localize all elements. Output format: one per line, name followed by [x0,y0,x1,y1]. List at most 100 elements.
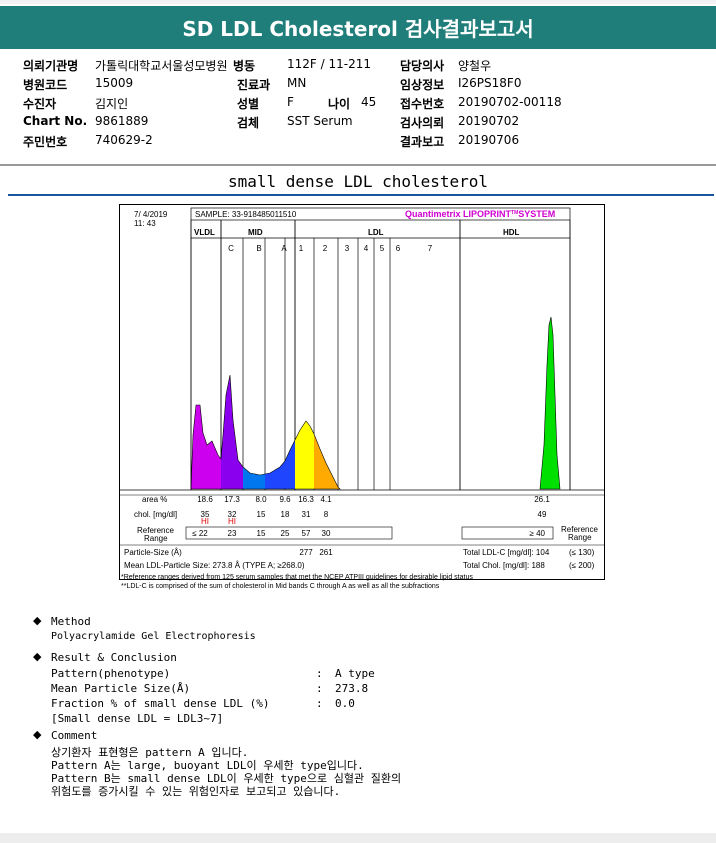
total-chol: Total Chol. [mg/dl]: 188 [463,561,545,570]
area-value: 18.6 [197,495,213,504]
ref-value: ≤ 22 [192,529,208,538]
info-value: 9861889 [95,114,149,128]
chart-brand: Quantimetrix LIPOPRINTTMSYSTEM [405,209,555,219]
sub-band-label-C: C [228,244,234,253]
method-title: Method [51,615,91,628]
peak-b [243,375,265,489]
hi-flag: HI [201,517,209,526]
comment-line: 위험도를 증가시킬 수 있는 위험인자로 보고되고 있습니다. [51,785,341,798]
sub-band-label-5: 5 [380,244,385,253]
info-label: 병원코드 [23,78,68,92]
sub-band-label-1: 1 [299,244,304,253]
peak-a2 [285,375,295,489]
result-colon: : [316,697,323,710]
result-key: Mean Particle Size(Å) [51,682,191,695]
ref-value: 15 [257,529,266,538]
particle-value: 261 [319,548,333,557]
result-note: [Small dense LDL = LDL3~7] [51,712,224,725]
info-label: 주민번호 [23,135,68,149]
section-divider [8,194,714,196]
chart-time: 11: 43 [134,219,156,228]
peak-hdl [539,316,561,490]
row-label-chol: chol. [mg/dl] [134,510,177,519]
age-value: 45 [361,95,377,109]
footnotes: *Reference ranges derived from 125 serum… [121,573,473,591]
chol-value: 15 [257,510,266,519]
group-vldl-label: VLDL [194,228,215,237]
ref-value: 25 [281,529,290,538]
info-value: 20190702-00118 [458,95,562,109]
info-label: 결과보고 [400,135,445,149]
result-value: 273.8 [335,682,369,695]
row-label-area: area % [142,495,167,504]
result-title: Result & Conclusion [51,651,177,664]
info-value: 15009 [95,76,134,90]
area-value: 4.1 [320,495,332,504]
info-label: 수진자 [23,97,57,111]
result-bullet-icon: ◆ [33,650,42,663]
particle-value: 277 [299,548,313,557]
age-label: 나이 [328,97,351,111]
chol-hdl-value: 49 [538,510,547,519]
info-value: 양철우 [458,59,492,73]
peak-areas [190,316,561,490]
info-value: 20190702 [458,114,520,128]
patient-info: 의뢰기관명 가톨릭대학교서울성모병원 병동 112F / 11-211 담당의사… [0,52,716,166]
peak-c [221,375,243,489]
group-mid-label: MID [248,228,263,237]
info-label: 임상정보 [400,78,445,92]
info-value: 112F / 11-211 [287,57,371,71]
chart-date: 7/ 4/2019 [134,210,168,219]
group-ldl-label: LDL [368,228,384,237]
peak-vldl [191,375,221,489]
ref-side-label: Reference Range [561,525,598,542]
info-label: 검사의뢰 [400,116,445,130]
sub-band-label-7: 7 [428,244,433,253]
info-value: SST Serum [287,114,353,128]
info-value: 740629-2 [95,133,153,147]
info-value: I26PS18F0 [458,76,522,90]
result-key: Fraction % of small dense LDL (%) [51,697,270,710]
chart-sample: SAMPLE: 33-918485011510 [195,210,297,219]
method-bullet-icon: ◆ [33,614,42,627]
report-title: SD LDL Cholesterol 검사결과보고서 [182,17,534,41]
chol-value: 8 [324,510,329,519]
result-colon: : [316,667,323,680]
info-value: F [287,95,294,109]
mean-ldl-size: Mean LDL-Particle Size: 273.8 Å (TYPE A;… [124,561,305,570]
area-value: 8.0 [255,495,267,504]
area-value: 16.3 [298,495,314,504]
ref-hdl-value: ≥ 40 [529,529,545,538]
row-label-ref: Reference Range [137,526,174,543]
comment-title: Comment [51,729,98,742]
report-header: SD LDL Cholesterol 검사결과보고서 [0,6,716,49]
ref-value: 57 [302,529,311,538]
info-label: 의뢰기관명 [23,59,79,73]
info-value: 20190706 [458,133,520,147]
band-separators [190,220,571,490]
info-label: 진료과 [237,78,271,92]
info-label: 접수번호 [400,97,445,111]
ref-value: 23 [228,529,237,538]
peak-ldl1 [295,375,314,489]
lipoprint-svg: 7/ 4/2019 11: 43 SAMPLE: 33-918485011510… [120,207,604,570]
result-key: Pattern(phenotype) [51,667,171,680]
hi-flag: HI [228,517,236,526]
row-label-particle: Particle-Size (Å) [124,548,182,557]
sub-band-labels: C B A 1 2 3 4 5 6 7 [228,244,433,253]
sub-band-label-B: B [256,244,261,253]
info-value: 김지인 [95,97,129,111]
section-title: small dense LDL cholesterol [227,172,489,191]
lipoprint-chart: 7/ 4/2019 11: 43 SAMPLE: 33-918485011510… [119,204,605,580]
footnote-2: **LDL-C is comprised of the sum of chole… [121,583,440,590]
result-value: A type [335,667,375,680]
chol-value: 31 [302,510,311,519]
info-label: 병동 [233,59,256,73]
area-hdl-value: 26.1 [534,495,550,504]
group-hdl-label: HDL [503,228,520,237]
bottom-bar [0,833,716,843]
result-value: 0.0 [335,697,355,710]
info-label: 성별 [237,97,260,111]
result-colon: : [316,682,323,695]
info-value: 가톨릭대학교서울성모병원 [95,59,228,73]
